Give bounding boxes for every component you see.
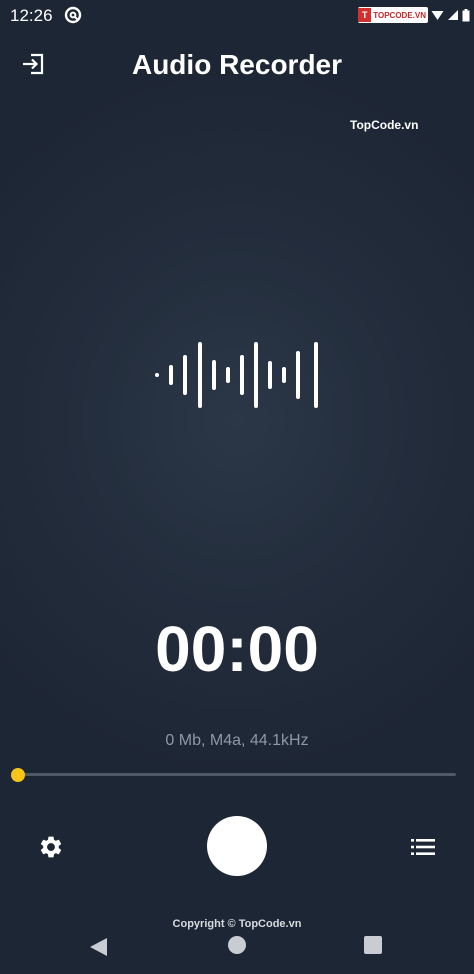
- recorder-screen: 12:26 T TOPCODE.VN Audio Recorder TopCod…: [0, 0, 474, 974]
- status-time: 12:26: [10, 6, 53, 25]
- wifi-icon: [431, 11, 444, 20]
- page-title: Audio Recorder: [131, 49, 343, 80]
- battery-icon: [462, 8, 470, 21]
- watermark-text: TopCode.vn: [350, 118, 419, 132]
- timer-display: 00:00: [155, 613, 319, 685]
- recording-info: 0 Mb, M4a, 44.1kHz: [165, 732, 309, 749]
- seek-track: [18, 773, 456, 776]
- system-nav-bar: [0, 928, 474, 974]
- status-icons: T TOPCODE.VN: [358, 4, 470, 26]
- gear-icon: [40, 836, 62, 858]
- recordings-list-button[interactable]: [408, 834, 438, 860]
- settings-button[interactable]: [36, 832, 66, 862]
- status-bar: 12:26 T TOPCODE.VN: [0, 0, 474, 30]
- signal-icon: [448, 10, 458, 20]
- record-button[interactable]: [207, 816, 267, 876]
- watermark-logo: T: [358, 8, 372, 22]
- recents-square-icon[interactable]: [364, 936, 382, 954]
- audio-waveform-icon: [155, 342, 318, 408]
- back-triangle-icon[interactable]: [88, 936, 110, 958]
- home-circle-icon[interactable]: [228, 936, 246, 954]
- seek-thumb[interactable]: [11, 768, 25, 782]
- watermark-badge: T TOPCODE.VN: [358, 7, 428, 23]
- at-circle-icon: [64, 6, 82, 24]
- seek-bar[interactable]: [11, 766, 456, 784]
- watermark-badge-text: TOPCODE.VN: [373, 10, 426, 20]
- list-icon: [411, 839, 435, 855]
